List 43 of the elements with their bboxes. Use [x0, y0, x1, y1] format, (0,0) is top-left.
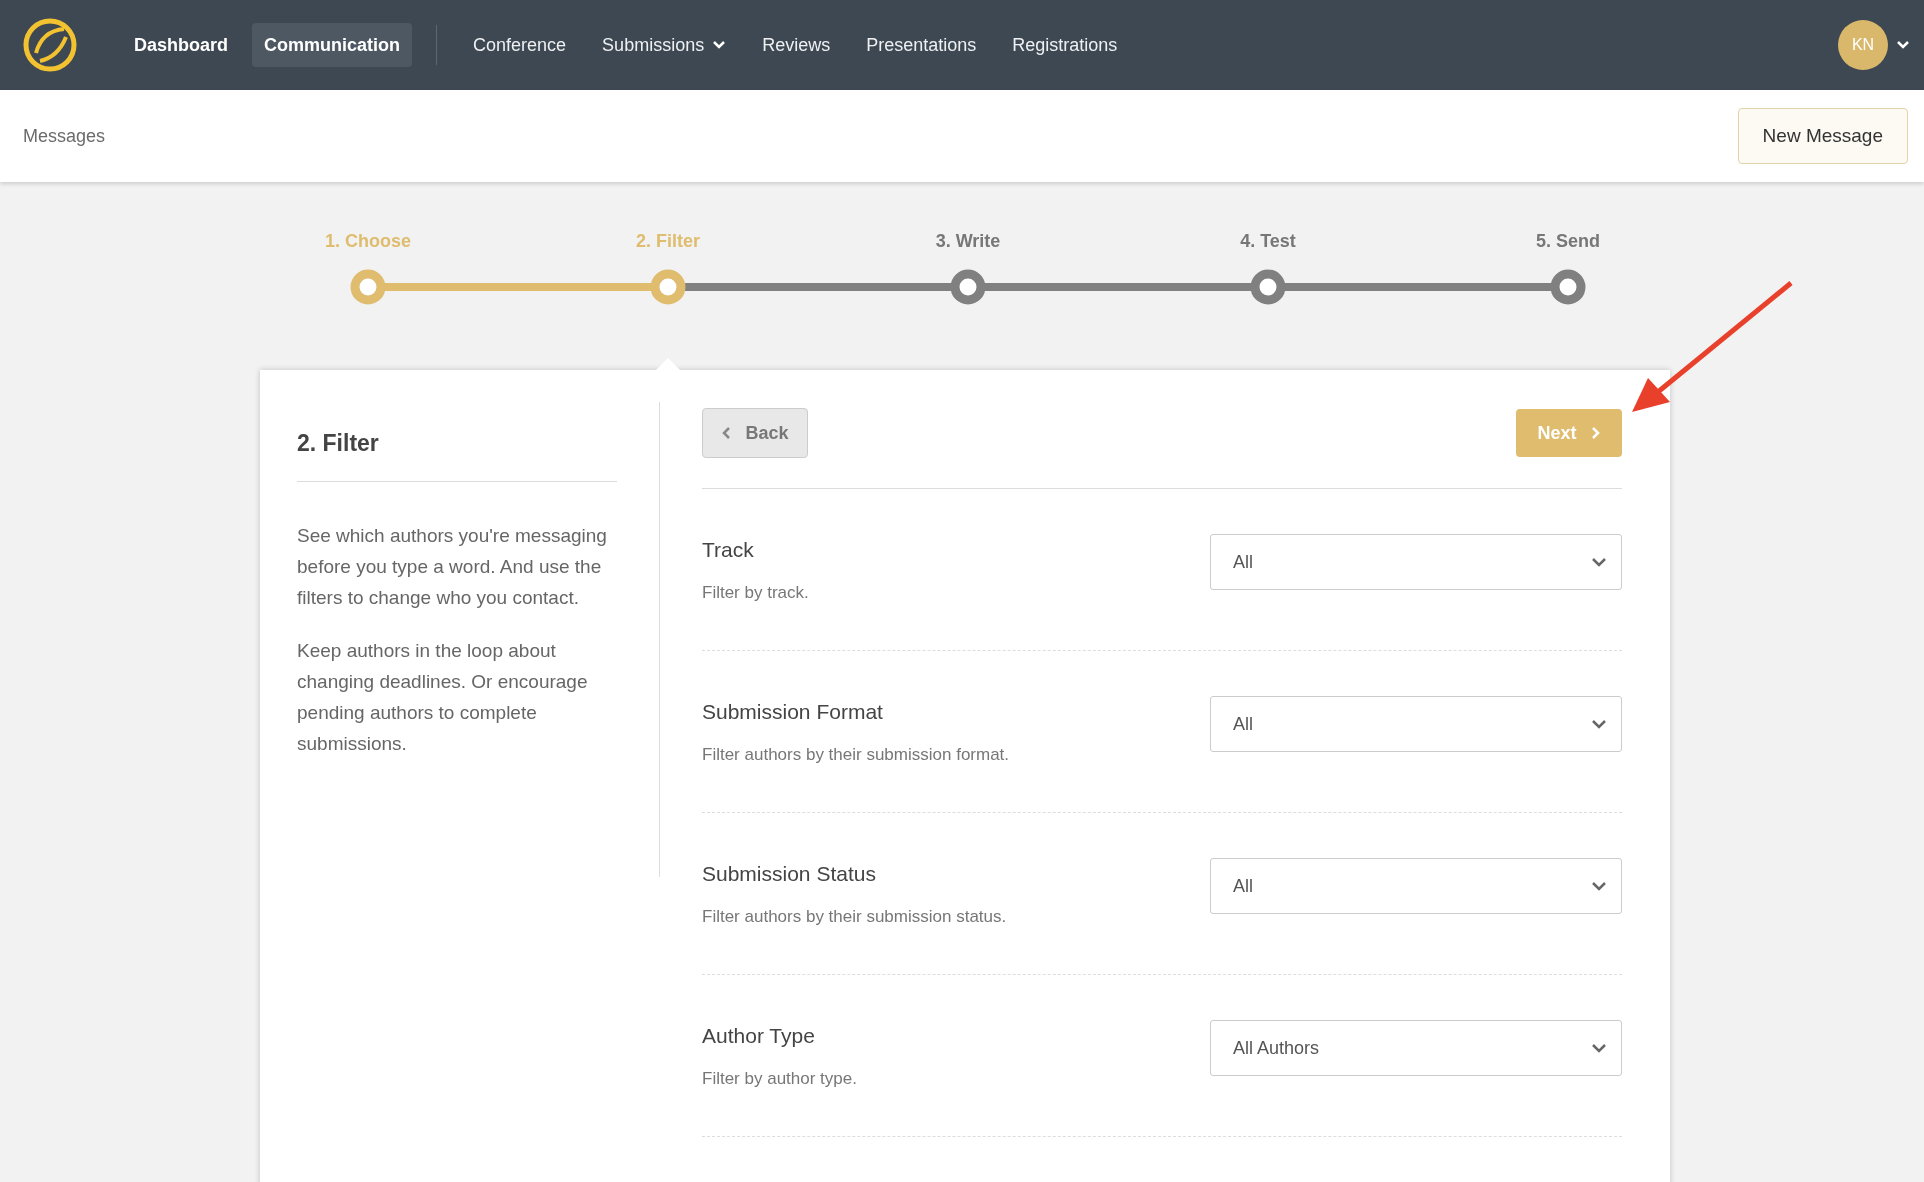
- filter-label: Submission Format: [702, 699, 884, 725]
- filter-dropdown[interactable]: All: [1210, 858, 1622, 914]
- nav-link[interactable]: Presentations: [854, 23, 989, 67]
- page-title: Messages: [23, 124, 106, 148]
- nav-link[interactable]: Dashboard: [122, 23, 241, 67]
- filter-label: Submission Status: [702, 861, 877, 887]
- step-label: 2. Filter: [636, 231, 700, 251]
- chevron-down-icon: [1591, 719, 1607, 729]
- filter-dropdown[interactable]: All: [1210, 534, 1622, 590]
- new-message-button[interactable]: New Message: [1737, 108, 1908, 164]
- description-paragraph: Keep authors in the loop about changing deadlines. Or encourage pending authors to complete submissions.: [297, 638, 589, 756]
- step-marker[interactable]: [1250, 269, 1286, 305]
- chevron-down-icon: [1591, 557, 1607, 567]
- step-label: 5. Send: [1536, 231, 1600, 251]
- nav-link[interactable]: Reviews: [750, 23, 843, 67]
- nav-link[interactable]: Registrations: [1000, 23, 1130, 67]
- chevron-down-icon[interactable]: [1896, 40, 1910, 50]
- step-label: 1. Choose: [325, 231, 411, 251]
- chevron-down-icon: [1591, 1043, 1607, 1053]
- chevron-down-icon: [1591, 881, 1607, 891]
- step-marker[interactable]: [1550, 269, 1586, 305]
- filter-description: Filter authors by their submission status.: [702, 905, 1007, 928]
- description-paragraph: See which authors you're messaging before you type a word. And use the filters to change who you contact.: [297, 523, 608, 610]
- nav-link[interactable]: Communication: [252, 23, 413, 67]
- filter-label: Author Type: [702, 1023, 816, 1049]
- step-label: 3. Write: [935, 231, 1001, 251]
- filter-description: Filter by author type.: [702, 1067, 857, 1090]
- filter-dropdown[interactable]: All: [1210, 696, 1622, 752]
- filter-description: Filter authors by their submission format.: [702, 743, 1010, 766]
- step-marker[interactable]: [650, 269, 686, 305]
- filter-description: Filter by track.: [702, 581, 809, 604]
- back-button[interactable]: Back: [702, 408, 808, 458]
- panel-title: 2. Filter: [297, 426, 617, 482]
- filter-label: Track: [702, 537, 755, 563]
- chevron-left-icon: [721, 426, 732, 440]
- nav-link[interactable]: Conference: [461, 23, 579, 67]
- nav-link[interactable]: Submissions: [590, 23, 739, 67]
- step-label: 4. Test: [1240, 231, 1296, 251]
- step-marker[interactable]: [950, 269, 986, 305]
- logo-icon[interactable]: [22, 17, 78, 73]
- step-marker[interactable]: [350, 269, 386, 305]
- chevron-right-icon: [1590, 426, 1601, 440]
- filter-dropdown[interactable]: All Authors: [1210, 1020, 1622, 1076]
